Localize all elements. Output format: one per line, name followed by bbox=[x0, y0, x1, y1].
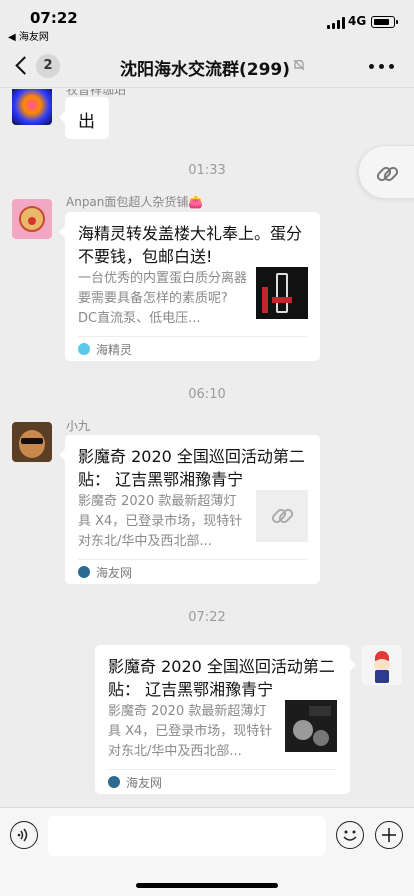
timestamp: 01:33 bbox=[188, 163, 226, 178]
timestamp: 06:10 bbox=[188, 387, 226, 402]
source-app-icon bbox=[108, 776, 120, 788]
home-indicator bbox=[136, 883, 278, 888]
back-to-app-link[interactable]: ◀ 海友网 bbox=[8, 28, 49, 43]
chevron-left-icon bbox=[15, 56, 34, 75]
back-button[interactable]: 2 bbox=[14, 53, 64, 81]
link-icon bbox=[271, 508, 294, 524]
emoji-button[interactable] bbox=[336, 821, 364, 849]
card-divider bbox=[108, 769, 337, 770]
card-description: 一台优秀的内置蛋白质分离器要需要具备怎样的素质呢? DC直流泵、低电压... bbox=[78, 271, 248, 326]
card-divider bbox=[78, 559, 307, 560]
card-source: 海精灵 bbox=[96, 343, 133, 357]
more-dot-icon bbox=[379, 64, 384, 69]
status-time: 07:22 bbox=[30, 9, 78, 27]
avatar[interactable] bbox=[12, 199, 52, 239]
text-message-bubble[interactable]: 出 bbox=[59, 97, 109, 139]
sender-name: 小九 bbox=[66, 419, 91, 433]
chat-header: 2 沈阳海水交流群(299) bbox=[0, 44, 414, 88]
network-type: 4G bbox=[348, 14, 367, 28]
source-app-icon bbox=[78, 566, 90, 578]
battery-level bbox=[373, 18, 389, 25]
timestamp: 07:22 bbox=[188, 610, 226, 625]
card-title: 影魔奇 2020 全国巡回活动第二贴： 辽吉黑鄂湘豫青宁 bbox=[78, 447, 305, 489]
more-functions-button[interactable] bbox=[375, 821, 403, 849]
link-icon bbox=[376, 166, 399, 182]
voice-icon bbox=[17, 828, 28, 842]
plus-icon bbox=[382, 828, 396, 842]
link-card-message[interactable]: 海精灵转发盖楼大礼奉上。蛋分不要钱，包邮白送! 一台优秀的内置蛋白质分离器要需要… bbox=[59, 212, 320, 361]
sender-name: Anpan面包超人杂货铺👛 bbox=[66, 195, 204, 209]
avatar[interactable] bbox=[362, 645, 402, 685]
link-card-message[interactable]: 影魔奇 2020 全国巡回活动第二贴： 辽吉黑鄂湘豫青宁 影魔奇 2020 款最… bbox=[95, 645, 356, 794]
card-thumbnail-image bbox=[256, 267, 308, 319]
more-dot-icon bbox=[369, 64, 374, 69]
voice-input-button[interactable] bbox=[10, 821, 38, 849]
message-input[interactable] bbox=[48, 816, 326, 856]
card-title: 影魔奇 2020 全国巡回活动第二贴： 辽吉黑鄂湘豫青宁 bbox=[108, 657, 335, 699]
avatar[interactable] bbox=[12, 89, 52, 125]
floating-link-button[interactable] bbox=[358, 145, 414, 199]
link-card-message[interactable]: 影魔奇 2020 全国巡回活动第二贴： 辽吉黑鄂湘豫青宁 影魔奇 2020 款最… bbox=[59, 435, 320, 584]
source-app-icon bbox=[78, 343, 90, 355]
mute-bell-icon bbox=[293, 59, 305, 71]
card-thumbnail-image bbox=[285, 700, 337, 752]
input-bar bbox=[0, 807, 414, 896]
message-list[interactable]: 牧音祥珈珀 出 01:33 Anpan面包超人杂货铺👛 海精灵转发盖楼大礼奉上。… bbox=[0, 89, 414, 807]
signal-icon bbox=[327, 17, 345, 29]
unread-count-badge: 2 bbox=[36, 54, 60, 78]
more-options-button[interactable] bbox=[368, 56, 396, 76]
avatar[interactable] bbox=[12, 422, 52, 462]
message-text: 出 bbox=[78, 112, 95, 132]
card-source: 海友网 bbox=[126, 776, 163, 790]
card-description: 影魔奇 2020 款最新超薄灯具 X4，已登录市场，现特针对东北/华中及西北部.… bbox=[108, 704, 273, 759]
emoji-icon bbox=[343, 830, 357, 841]
card-thumbnail-link bbox=[256, 490, 308, 542]
card-source: 海友网 bbox=[96, 566, 133, 580]
card-divider bbox=[78, 336, 307, 337]
battery-icon bbox=[371, 16, 398, 28]
card-title: 海精灵转发盖楼大礼奉上。蛋分不要钱，包邮白送! bbox=[78, 224, 303, 266]
chat-title: 沈阳海水交流群(299) bbox=[120, 60, 291, 80]
more-dot-icon bbox=[389, 64, 394, 69]
status-bar: 07:22 ◀ 海友网 4G bbox=[0, 0, 414, 44]
card-description: 影魔奇 2020 款最新超薄灯具 X4，已登录市场，现特针对东北/华中及西北部.… bbox=[78, 494, 243, 549]
